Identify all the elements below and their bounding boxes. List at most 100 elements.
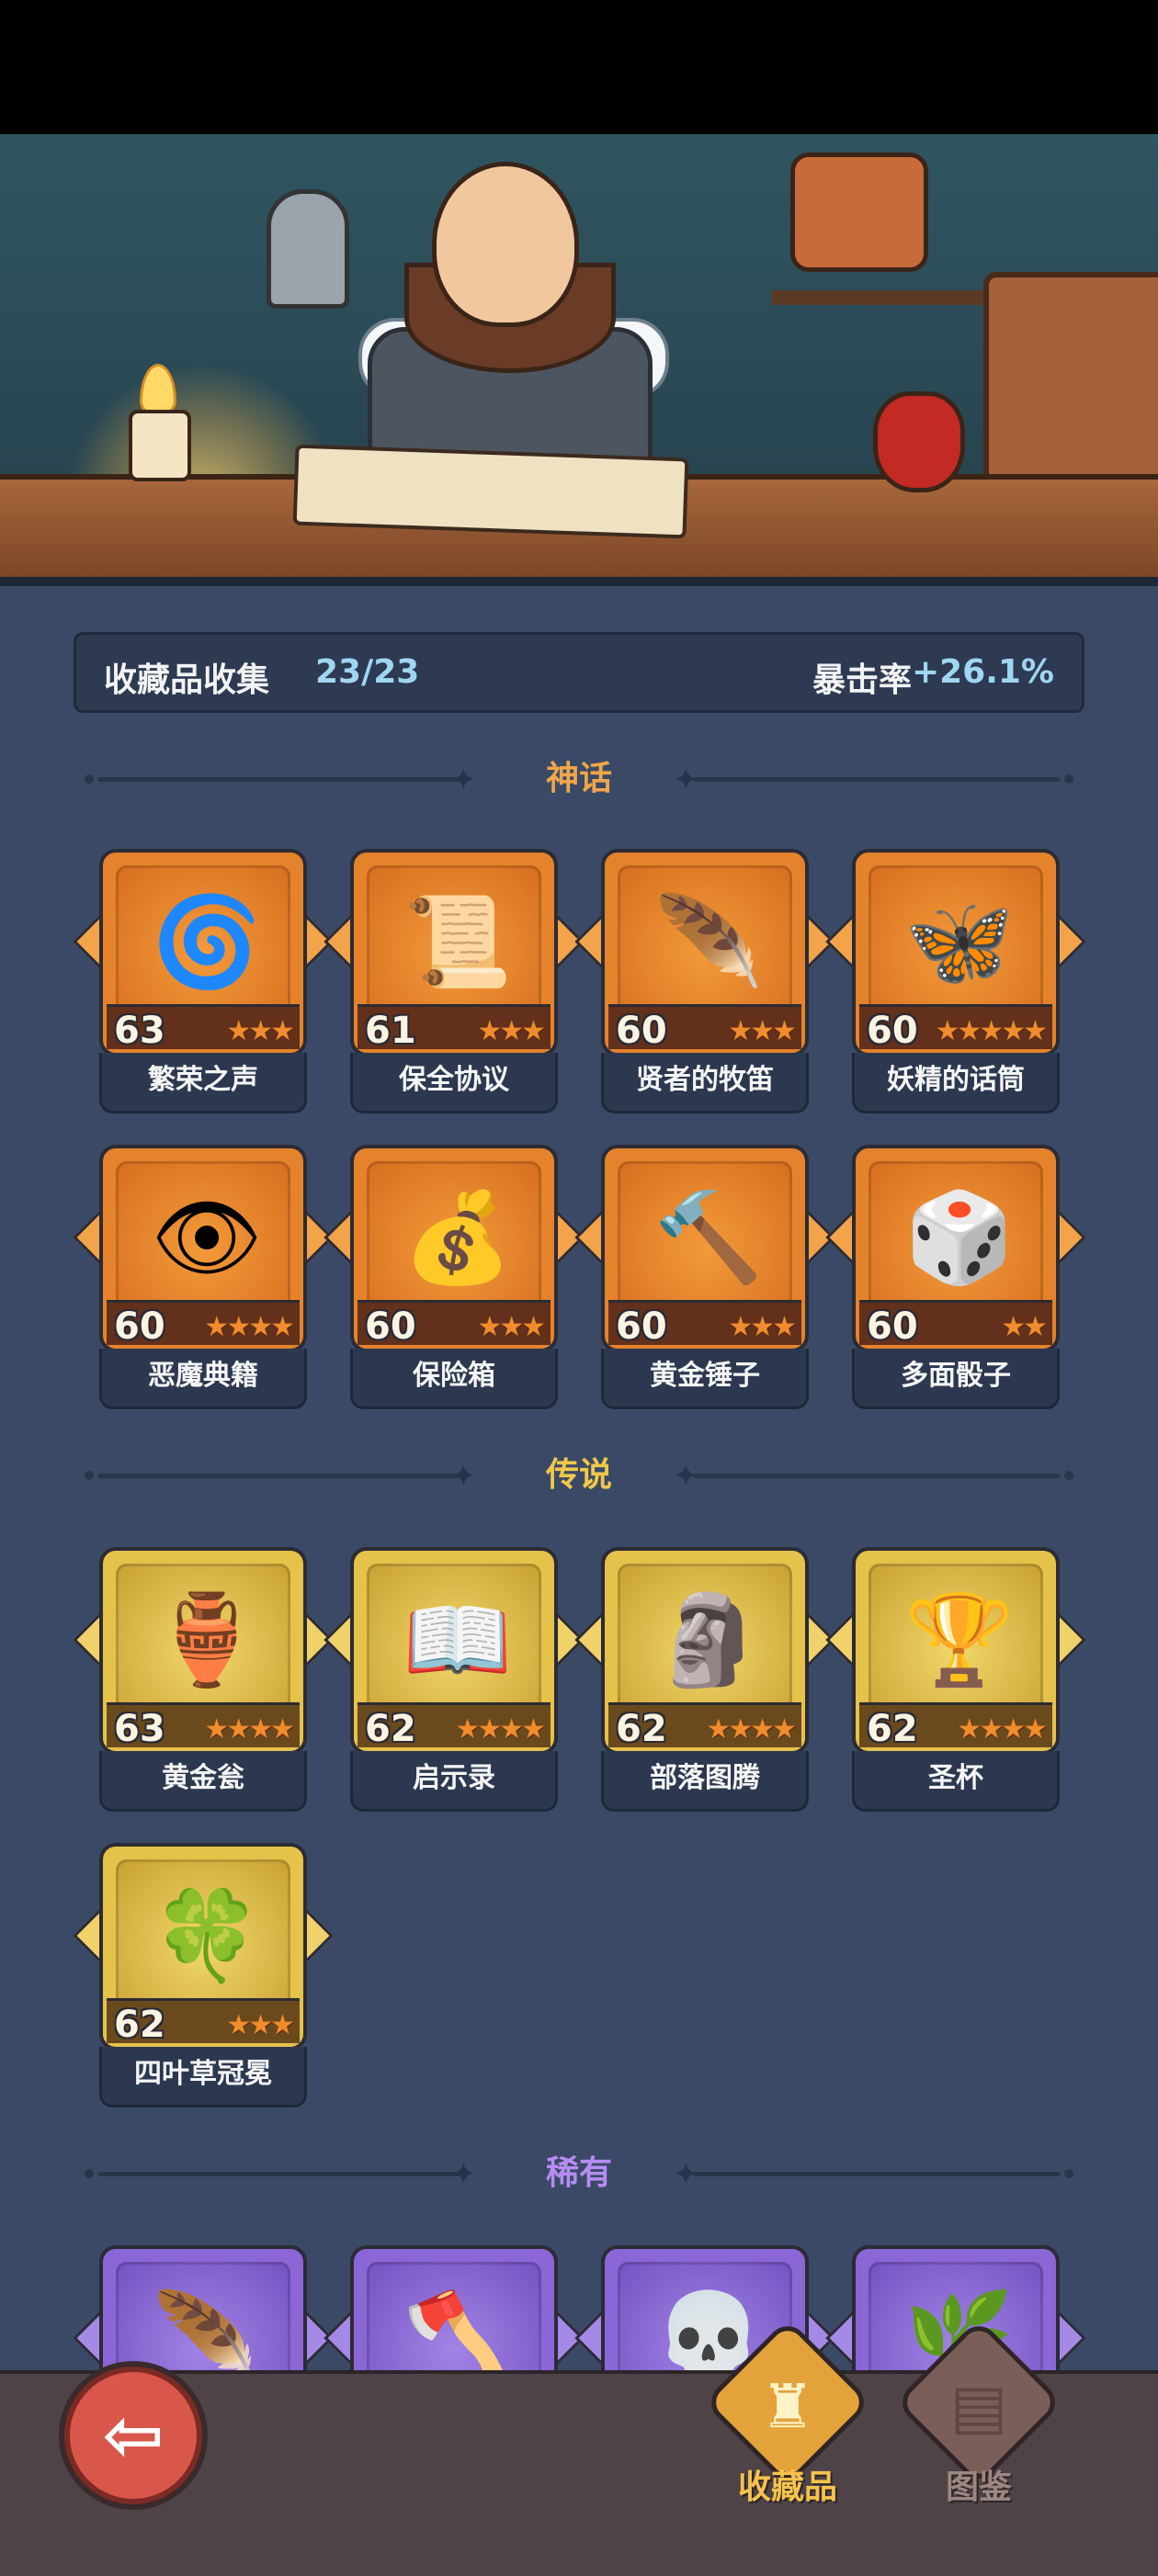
collectible-card[interactable]: 🎲 60 ★★ 多面骰子: [825, 1145, 1086, 1411]
flute-icon: 🪶: [653, 890, 764, 993]
collectible-card[interactable]: 🍀 62 ★★★ 四叶草冠冕: [73, 1843, 334, 2109]
collectible-card[interactable]: 🦋 60 ★★★★★ 妖精的话筒: [825, 849, 1086, 1115]
item-level: 62: [867, 1708, 918, 1750]
collectible-card[interactable]: 🗿 62 ★★★★ 部落图腾: [574, 1547, 835, 1813]
card-frame: 🦋 60 ★★★★★: [852, 849, 1060, 1056]
card-frame: 👁 60 ★★★★: [99, 1145, 307, 1352]
shovel-icon: [267, 189, 349, 309]
treasure-map-icon: [292, 444, 689, 539]
item-level: 60: [867, 1010, 918, 1052]
item-name: 多面骰子: [852, 1349, 1060, 1409]
collectible-card[interactable]: 🪓: [324, 2245, 585, 2453]
tab-collectibles[interactable]: ♜ 收藏品: [703, 2318, 872, 2517]
collectible-card[interactable]: 🪶 60 ★★★ 贤者的牧笛: [574, 849, 835, 1115]
item-name: 保全协议: [350, 1053, 558, 1113]
item-level: 61: [365, 1010, 416, 1052]
collectible-card[interactable]: 👁 60 ★★★★ 恶魔典籍: [73, 1145, 334, 1411]
card-frame: 🏺 63 ★★★★: [99, 1547, 307, 1755]
item-name: 保险箱: [350, 1349, 558, 1409]
item-name: 妖精的话筒: [852, 1053, 1060, 1113]
wooden-chest-icon: [983, 272, 1158, 503]
collection-panel[interactable]: 收藏品收集 23/23 暴击率 +26.1% ✦ 神话 ✦ ✦ 传说 ✦ ✦ 稀…: [0, 586, 1158, 2453]
scroll-document-icon: 📜: [403, 890, 513, 993]
collection-count: 23/23: [315, 653, 420, 691]
item-level: 60: [114, 1305, 165, 1348]
collectible-card[interactable]: 🔨 60 ★★★ 黄金锤子: [574, 1145, 835, 1411]
back-button[interactable]: ⇦: [64, 2367, 202, 2504]
star-rating: ★★★: [477, 1015, 546, 1047]
item-level: 63: [114, 1708, 165, 1750]
collection-title: 收藏品收集: [104, 661, 270, 699]
collectible-card[interactable]: 🏺 63 ★★★★ 黄金瓮: [73, 1547, 334, 1813]
item-name: 四叶草冠冕: [99, 2047, 307, 2107]
lyre-icon: ♜: [760, 2371, 815, 2442]
tab-collectibles-label: 收藏品: [737, 2469, 837, 2506]
card-frame: 📖 62 ★★★★: [350, 1547, 558, 1755]
item-level: 60: [867, 1305, 918, 1348]
back-arrow-icon: ⇦: [102, 2392, 165, 2478]
item-level: 60: [616, 1305, 667, 1348]
star-rating: ★★★: [728, 1311, 797, 1343]
star-rating: ★★: [1001, 1311, 1048, 1343]
section-divider-legend: ✦ 传说 ✦: [85, 1457, 1073, 1494]
card-frame: 🏆 62 ★★★★: [852, 1547, 1060, 1755]
card-frame: 🍀 62 ★★★: [99, 1843, 307, 2051]
star-rating: ★★★★: [706, 1713, 797, 1746]
collectible-card[interactable]: 🏆 62 ★★★★ 圣杯: [825, 1547, 1086, 1813]
book-icon: ▤: [949, 2371, 1008, 2442]
candle-icon: [129, 410, 191, 481]
potion-bottle-icon: [873, 391, 965, 492]
item-level: 62: [365, 1708, 416, 1750]
chalice-icon: 🏆: [904, 1588, 1015, 1691]
dwarf-shopkeeper: [432, 162, 579, 327]
crit-rate-value: +26.1%: [911, 653, 1054, 691]
collectible-card[interactable]: 🌀 63 ★★★ 繁荣之声: [73, 849, 334, 1115]
item-level: 60: [616, 1010, 667, 1052]
collectible-card[interactable]: 💰 60 ★★★ 保险箱: [324, 1145, 585, 1411]
shopkeeper-banner: [0, 134, 1158, 584]
card-frame: 🪶 60 ★★★: [601, 849, 809, 1056]
card-frame: 🗿 62 ★★★★: [601, 1547, 809, 1755]
fairy-microphone-icon: 🦋: [904, 890, 1015, 993]
card-frame: 💰 60 ★★★: [350, 1145, 558, 1352]
spirit-icon: 🌀: [152, 890, 262, 993]
section-divider-myth: ✦ 神话 ✦: [85, 761, 1073, 797]
item-name: 繁荣之声: [99, 1053, 307, 1113]
status-bar: [0, 0, 1158, 134]
tribal-mask-icon: [790, 153, 928, 272]
star-rating: ★★★: [477, 1311, 546, 1343]
collectible-card[interactable]: 🪶: [73, 2245, 334, 2453]
card-frame: 🌀 63 ★★★: [99, 849, 307, 1056]
star-rating: ★★★★: [204, 1311, 295, 1343]
item-level: 62: [616, 1708, 667, 1750]
golden-urn-icon: 🏺: [152, 1588, 262, 1691]
collection-summary: 收藏品收集 23/23 暴击率 +26.1%: [74, 632, 1084, 713]
item-name: 恶魔典籍: [99, 1349, 307, 1409]
tribal-totem-icon: 🗿: [653, 1588, 764, 1691]
item-name: 黄金锤子: [601, 1349, 809, 1409]
item-name: 启示录: [350, 1751, 558, 1812]
collectible-card[interactable]: 📜 61 ★★★ 保全协议: [324, 849, 585, 1115]
open-book-icon: 📖: [403, 1588, 513, 1691]
item-level: 62: [114, 2004, 165, 2046]
card-frame: 🔨 60 ★★★: [601, 1145, 809, 1352]
section-divider-rare: ✦ 稀有 ✦: [85, 2155, 1073, 2192]
dice-icon: 🎲: [904, 1186, 1015, 1289]
demon-tome-icon: 👁: [151, 1186, 263, 1289]
star-rating: ★★★★: [204, 1713, 295, 1746]
card-frame: 🎲 60 ★★: [852, 1145, 1060, 1352]
star-rating: ★★★: [728, 1015, 797, 1047]
tab-codex-label: 图鉴: [945, 2469, 1012, 2506]
tab-codex[interactable]: ▤ 图鉴: [894, 2318, 1063, 2517]
card-frame: 📜 61 ★★★: [350, 849, 558, 1056]
collectible-card[interactable]: 📖 62 ★★★★ 启示录: [324, 1547, 585, 1813]
item-name: 部落图腾: [601, 1751, 809, 1812]
clover-crown-icon: 🍀: [152, 1884, 262, 1987]
item-level: 63: [114, 1010, 165, 1052]
star-rating: ★★★★: [957, 1713, 1048, 1746]
item-name: 黄金瓮: [99, 1751, 307, 1812]
star-rating: ★★★★★: [935, 1015, 1048, 1047]
golden-hammer-icon: 🔨: [653, 1186, 764, 1289]
item-name: 贤者的牧笛: [601, 1053, 809, 1113]
item-name: 圣杯: [852, 1751, 1060, 1812]
